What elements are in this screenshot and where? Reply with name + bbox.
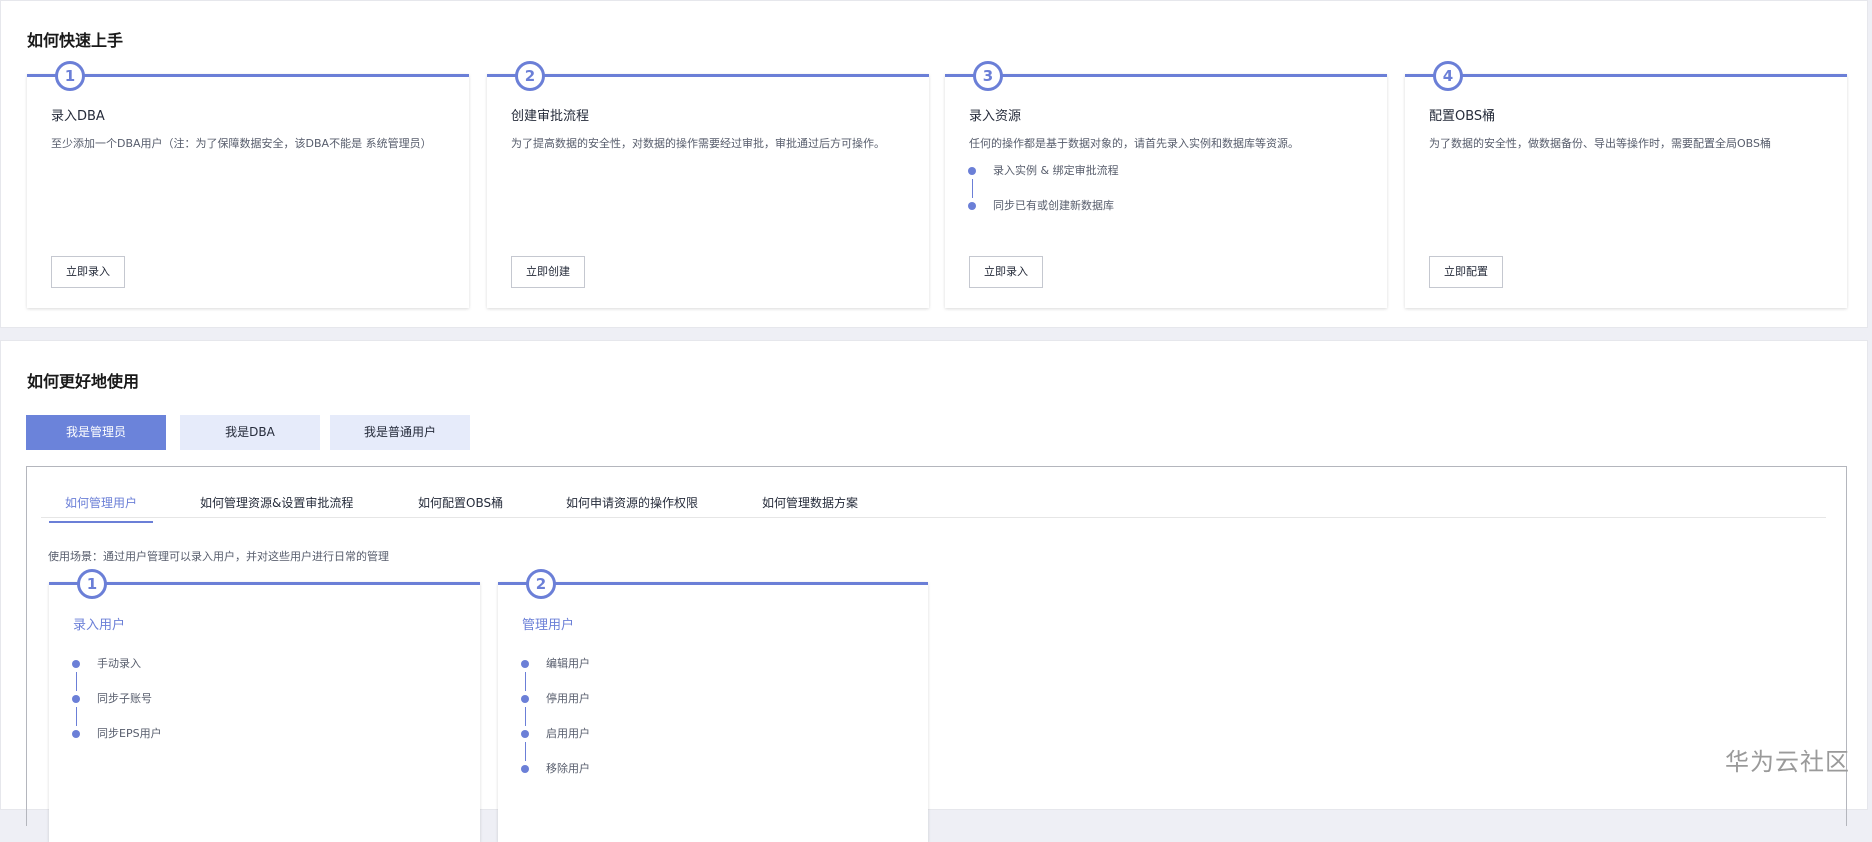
quick-start-card-1: 1 录入DBA 至少添加一个DBA用户（注：为了保障数据安全，该DBA不能是 系… <box>27 61 469 308</box>
step-list: 录入实例 & 绑定审批流程 同步已有或创建新数据库 <box>967 164 1119 234</box>
step-number-badge: 2 <box>515 61 545 91</box>
quick-start-card-4: 4 配置OBS桶 为了数据的安全性，做数据备份、导出等操作时，需要配置全局OBS… <box>1405 61 1847 308</box>
step-item: 同步已有或创建新数据库 <box>967 199 1119 234</box>
card-title: 管理用户 <box>522 618 575 633</box>
guide-tabs: 如何管理用户 如何管理资源&设置审批流程 如何配置OBS桶 如何申请资源的操作权… <box>41 467 1826 523</box>
step-item: 同步子账号 <box>71 692 162 727</box>
quick-start-panel: 如何快速上手 1 录入DBA 至少添加一个DBA用户（注：为了保障数据安全，该D… <box>0 0 1868 328</box>
step-number-badge: 2 <box>526 569 556 599</box>
step-item: 录入实例 & 绑定审批流程 <box>967 164 1119 199</box>
role-tab-admin[interactable]: 我是管理员 <box>26 415 166 450</box>
card-title: 录入DBA <box>51 109 105 124</box>
card-description: 至少添加一个DBA用户（注：为了保障数据安全，该DBA不能是 系统管理员） <box>51 137 432 150</box>
card-title: 配置OBS桶 <box>1429 109 1496 124</box>
card-description: 任何的操作都是基于数据对象的，请首先录入实例和数据库等资源。 <box>969 137 1299 150</box>
card-description: 为了数据的安全性，做数据备份、导出等操作时，需要配置全局OBS桶 <box>1429 137 1771 150</box>
step-list: 手动录入 同步子账号 同步EPS用户 <box>71 657 162 762</box>
quick-start-card-3: 3 录入资源 任何的操作都是基于数据对象的，请首先录入实例和数据库等资源。 录入… <box>945 61 1387 308</box>
step-item: 编辑用户 <box>520 657 590 692</box>
section-title: 如何更好地使用 <box>27 372 140 391</box>
step-number-badge: 4 <box>1433 61 1463 91</box>
enter-resource-button[interactable]: 立即录入 <box>969 256 1043 288</box>
section-title: 如何快速上手 <box>27 31 124 50</box>
step-item: 移除用户 <box>520 762 590 797</box>
tab-configure-obs[interactable]: 如何配置OBS桶 <box>418 494 503 521</box>
step-number-badge: 1 <box>55 61 85 91</box>
step-item: 手动录入 <box>71 657 162 692</box>
tab-manage-schema[interactable]: 如何管理数据方案 <box>762 494 858 521</box>
step-item: 停用用户 <box>520 692 590 727</box>
step-number-badge: 3 <box>973 61 1003 91</box>
tab-manage-resources[interactable]: 如何管理资源&设置审批流程 <box>200 494 353 521</box>
role-tab-user[interactable]: 我是普通用户 <box>330 415 470 450</box>
guide-card-1: 1 录入用户 手动录入 同步子账号 同步EPS用户 <box>49 569 480 842</box>
step-item: 启用用户 <box>520 727 590 762</box>
step-item: 同步EPS用户 <box>71 727 162 762</box>
configure-obs-button[interactable]: 立即配置 <box>1429 256 1503 288</box>
card-title: 录入资源 <box>969 109 1022 124</box>
tab-apply-permission[interactable]: 如何申请资源的操作权限 <box>566 494 698 521</box>
card-title: 创建审批流程 <box>511 109 590 124</box>
quick-start-card-2: 2 创建审批流程 为了提高数据的安全性，对数据的操作需要经过审批，审批通过后方可… <box>487 61 929 308</box>
step-list: 编辑用户 停用用户 启用用户 移除用户 <box>520 657 590 797</box>
scenario-text: 使用场景：通过用户管理可以录入用户，并对这些用户进行日常的管理 <box>48 550 389 563</box>
tab-manage-users[interactable]: 如何管理用户 <box>49 494 154 523</box>
card-title: 录入用户 <box>73 618 126 633</box>
card-description: 为了提高数据的安全性，对数据的操作需要经过审批，审批通过后方可操作。 <box>511 137 885 150</box>
role-content-box: 如何管理用户 如何管理资源&设置审批流程 如何配置OBS桶 如何申请资源的操作权… <box>26 466 1847 842</box>
role-tab-dba[interactable]: 我是DBA <box>180 415 320 450</box>
better-use-panel: 如何更好地使用 我是管理员 我是DBA 我是普通用户 如何管理用户 如何管理资源… <box>0 340 1868 842</box>
step-number-badge: 1 <box>77 569 107 599</box>
create-approval-button[interactable]: 立即创建 <box>511 256 585 288</box>
watermark: 华为云社区 <box>1725 748 1850 776</box>
enter-dba-button[interactable]: 立即录入 <box>51 256 125 288</box>
guide-card-2: 2 管理用户 编辑用户 停用用户 启用用户 移除用户 <box>498 569 928 842</box>
